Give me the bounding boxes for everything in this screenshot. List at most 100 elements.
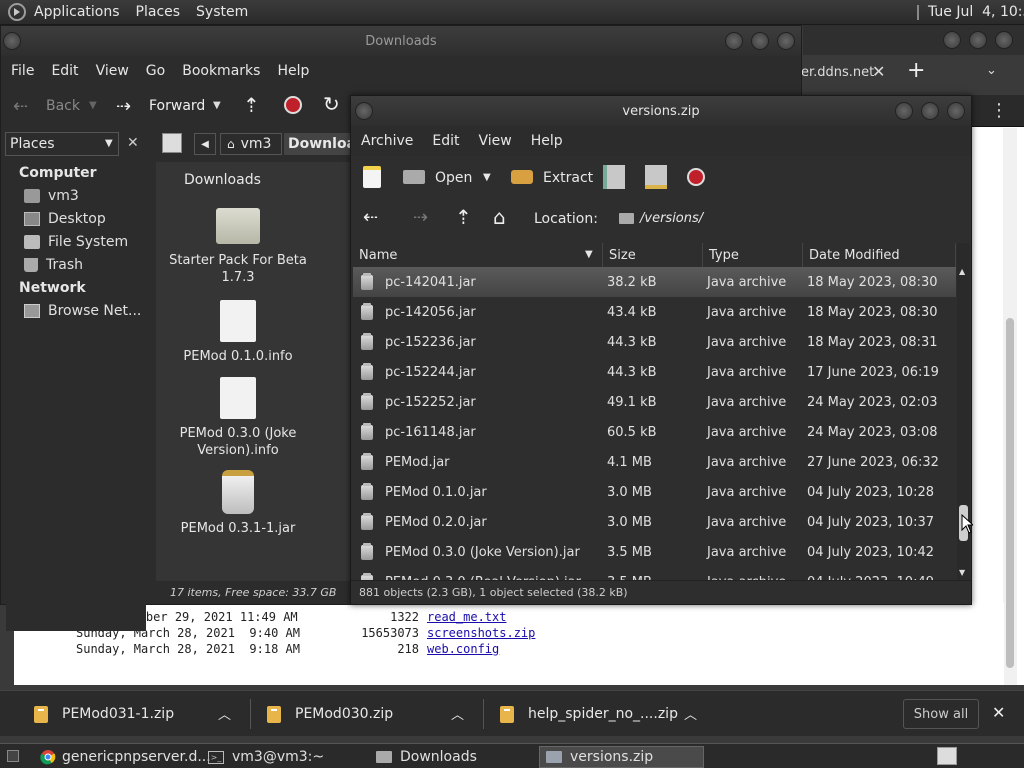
scroll-down-icon[interactable]: ▼ <box>959 568 965 577</box>
location-path[interactable]: /versions/ <box>640 211 703 226</box>
back-arrow-icon[interactable]: ⇠ <box>363 207 378 228</box>
download-item[interactable]: help_spider_no_....zip ︿ <box>500 691 710 737</box>
file-icon-item[interactable]: Starter Pack For Beta 1.7.3 <box>168 208 308 286</box>
sidebar-item-vm3[interactable]: vm3 <box>6 184 146 207</box>
menu-go[interactable]: Go <box>146 63 165 79</box>
listing-link-text[interactable]: read_me.txt <box>427 610 506 624</box>
menu-file[interactable]: File <box>11 63 34 79</box>
table-row[interactable]: PEMod 0.3.0 (Joke Version).jar 3.5 MB Ja… <box>353 537 956 567</box>
minimize-button[interactable] <box>725 32 743 50</box>
column-header-date[interactable]: Date Modified <box>803 243 956 267</box>
column-header-type[interactable]: Type <box>703 243 803 267</box>
path-segment-vm3[interactable]: ⌂ vm3 <box>220 133 282 155</box>
open-icon[interactable] <box>403 170 425 184</box>
download-item[interactable]: PEMod030.zip ︿ <box>267 691 477 737</box>
table-row[interactable]: PEMod 0.1.0.jar 3.0 MB Java archive 04 J… <box>353 477 956 507</box>
browser-max-button[interactable] <box>969 31 987 49</box>
icon-view[interactable]: Downloads Starter Pack For Beta 1.7.3 PE… <box>156 162 356 603</box>
open-button-label[interactable]: Open <box>435 170 472 186</box>
forward-arrow-icon[interactable]: ⇢ <box>116 96 131 117</box>
menu-view[interactable]: View <box>96 63 129 79</box>
back-dropdown-icon[interactable]: ▼ <box>89 100 97 111</box>
file-icon-item[interactable]: PEMod 0.1.0.info <box>168 300 308 365</box>
open-dropdown-icon[interactable]: ▼ <box>483 172 491 183</box>
up-arrow-icon[interactable]: ⇡ <box>243 93 260 117</box>
minimize-button[interactable] <box>895 102 913 120</box>
table-row[interactable]: pc-142041.jar 38.2 kB Java archive 18 Ma… <box>353 267 956 297</box>
chevron-up-icon[interactable]: ︿ <box>451 704 464 723</box>
extract-icon[interactable] <box>511 170 533 184</box>
archive-titlebar[interactable]: versions.zip <box>351 96 971 126</box>
back-arrow-icon[interactable]: ⇠ <box>13 96 28 117</box>
forward-button-label[interactable]: Forward <box>149 98 205 114</box>
chevron-up-icon[interactable]: ︿ <box>684 704 697 723</box>
extract-button-label[interactable]: Extract <box>543 170 593 186</box>
table-row[interactable]: pc-161148.jar 60.5 kB Java archive 24 Ma… <box>353 417 956 447</box>
new-archive-icon[interactable] <box>363 166 381 188</box>
browser-scrollbar[interactable] <box>1003 128 1017 685</box>
listing-link[interactable]: web.config <box>427 642 499 658</box>
menu-help[interactable]: Help <box>277 63 309 79</box>
up-arrow-icon[interactable]: ⇡ <box>455 205 472 229</box>
close-sidebar-icon[interactable]: ✕ <box>127 135 139 151</box>
add-folder-icon[interactable] <box>645 165 667 189</box>
file-manager-titlebar[interactable]: Downloads <box>1 26 801 56</box>
sidebar-item-browse-network[interactable]: Browse Net... <box>6 299 146 322</box>
table-row[interactable]: pc-152252.jar 49.1 kB Java archive 24 Ma… <box>353 387 956 417</box>
file-icon-item[interactable]: PEMod 0.3.0 (Joke Version).info <box>168 377 308 459</box>
close-icon[interactable]: ✕ <box>992 703 1005 722</box>
close-button[interactable] <box>947 102 965 120</box>
edit-location-icon[interactable] <box>162 133 182 153</box>
clock[interactable]: Tue Jul 4, 10:57 <box>928 4 1024 20</box>
menu-archive[interactable]: Archive <box>361 133 413 149</box>
show-desktop-icon[interactable] <box>7 750 19 762</box>
close-button[interactable] <box>777 32 795 50</box>
menu-help[interactable]: Help <box>531 133 563 149</box>
browser-menu-icon[interactable]: ⋮ <box>990 100 1008 121</box>
window-menu-button[interactable] <box>3 32 21 50</box>
forward-dropdown-icon[interactable]: ▼ <box>213 100 221 111</box>
menu-view[interactable]: View <box>479 133 512 149</box>
workspace-switcher-icon[interactable] <box>937 747 957 765</box>
file-icon-item[interactable]: PEMod 0.3.1-1.jar <box>168 470 308 537</box>
browser-min-button[interactable] <box>943 31 961 49</box>
show-all-button[interactable]: Show all <box>903 699 979 729</box>
stop-icon[interactable] <box>687 168 705 186</box>
path-back-icon[interactable]: ◀ <box>194 133 216 155</box>
sidebar-item-file-system[interactable]: File System <box>6 230 146 253</box>
tab-list-chevron-icon[interactable]: ⌄ <box>986 63 997 78</box>
download-item[interactable]: PEMod031-1.zip ︿ <box>34 691 244 737</box>
taskbar-item-browser[interactable]: genericpnpserver.d... <box>34 746 211 768</box>
browser-close-button[interactable] <box>995 31 1013 49</box>
listing-link[interactable]: screenshots.zip <box>427 626 535 642</box>
back-button-label[interactable]: Back <box>46 98 80 114</box>
table-row[interactable]: pc-152236.jar 44.3 kB Java archive 18 Ma… <box>353 327 956 357</box>
table-row[interactable]: pc-152244.jar 44.3 kB Java archive 17 Ju… <box>353 357 956 387</box>
maximize-button[interactable] <box>751 32 769 50</box>
menu-places[interactable]: Places <box>136 4 181 20</box>
column-header-name[interactable]: Name ▼ <box>353 243 603 267</box>
places-dropdown[interactable]: Places ▼ <box>5 132 119 156</box>
table-row[interactable]: PEMod.jar 4.1 MB Java archive 27 June 20… <box>353 447 956 477</box>
taskbar-item-terminal[interactable]: >_ vm3@vm3:~ <box>202 746 367 768</box>
path-segment-downloads[interactable]: Downloads <box>284 133 354 155</box>
menu-bookmarks[interactable]: Bookmarks <box>182 63 260 79</box>
listing-link-text[interactable]: web.config <box>427 642 499 656</box>
menu-applications[interactable]: Applications <box>34 4 120 20</box>
window-menu-button[interactable] <box>355 102 373 120</box>
menu-edit[interactable]: Edit <box>51 63 78 79</box>
table-row[interactable]: pc-142056.jar 43.4 kB Java archive 18 Ma… <box>353 297 956 327</box>
stop-icon[interactable] <box>284 96 302 114</box>
add-files-icon[interactable] <box>603 165 625 189</box>
table-row[interactable]: PEMod 0.3.0 (Real Version).jar 3.5 MB Ja… <box>353 567 956 580</box>
scroll-up-icon[interactable]: ▲ <box>959 267 965 276</box>
home-icon[interactable]: ⌂ <box>493 205 506 229</box>
sidebar-item-desktop[interactable]: Desktop <box>6 207 146 230</box>
listing-link[interactable]: read_me.txt <box>427 610 506 626</box>
chevron-up-icon[interactable]: ︿ <box>218 704 231 723</box>
new-tab-icon[interactable]: + <box>907 58 925 83</box>
forward-arrow-icon[interactable]: ⇢ <box>413 207 428 228</box>
column-header-size[interactable]: Size <box>603 243 703 267</box>
listing-link-text[interactable]: screenshots.zip <box>427 626 535 640</box>
browser-scroll-thumb[interactable] <box>1006 318 1014 668</box>
